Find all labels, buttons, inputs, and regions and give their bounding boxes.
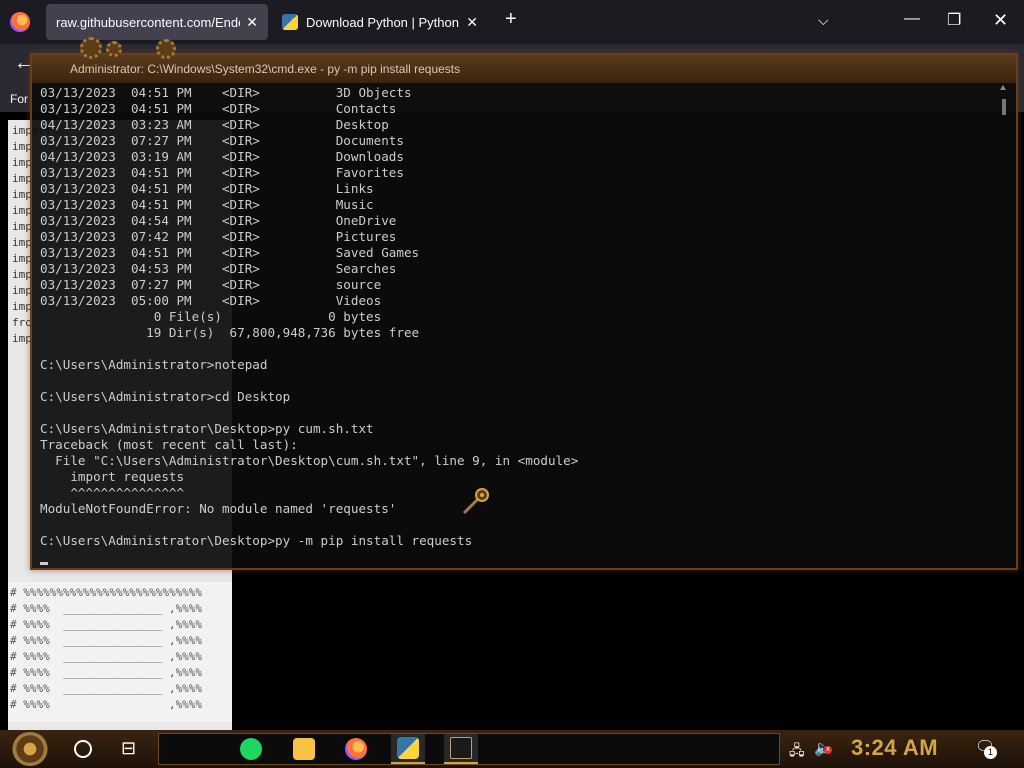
- console-line: C:\Users\Administrator>notepad: [40, 357, 268, 372]
- console-line: 03/13/2023 05:00 PM <DIR> Videos: [40, 293, 382, 308]
- console-line: 03/13/2023 04:53 PM <DIR> Searches: [40, 261, 397, 276]
- close-tab-icon[interactable]: ✕: [246, 14, 258, 31]
- console-line: 03/13/2023 04:51 PM <DIR> Contacts: [40, 101, 397, 116]
- scroll-up-arrow-icon[interactable]: [1000, 85, 1006, 90]
- console-cursor-line: [40, 549, 1000, 565]
- task-view-icon[interactable]: ⊟: [121, 738, 136, 759]
- firefox-taskbar-button[interactable]: [339, 734, 373, 764]
- list-all-tabs-button[interactable]: ⌵: [818, 12, 829, 29]
- console-line: 03/13/2023 04:51 PM <DIR> Saved Games: [40, 245, 420, 260]
- python-installer-taskbar-button[interactable]: [391, 734, 425, 764]
- console-line: 03/13/2023 07:27 PM <DIR> source: [40, 277, 382, 292]
- new-tab-button[interactable]: +: [505, 8, 517, 31]
- ascii-line: # %%%% _______________ ,%%%%: [10, 666, 203, 679]
- cmd-icon: [450, 737, 472, 759]
- console-line: File "C:\Users\Administrator\Desktop\cum…: [40, 453, 579, 468]
- console-line: import requests: [40, 469, 185, 484]
- firefox-icon: [345, 738, 367, 760]
- console-output[interactable]: 03/13/2023 04:51 PM <DIR> 3D Objects 03/1…: [40, 85, 1000, 565]
- restore-window-button[interactable]: ❐: [947, 10, 961, 30]
- ascii-art-block: # %%%%%%%%%%%%%%%%%%%%%%%%%%% # %%%% ____…: [8, 582, 232, 722]
- ascii-line: # %%%%%%%%%%%%%%%%%%%%%%%%%%%: [10, 586, 203, 599]
- cmd-taskbar-button[interactable]: [444, 734, 478, 764]
- scrollbar-thumb[interactable]: [1002, 99, 1006, 115]
- console-line: 03/13/2023 04:51 PM <DIR> Music: [40, 197, 374, 212]
- console-line: C:\Users\Administrator\Desktop>py -m pip…: [40, 533, 473, 548]
- python-favicon-icon: [282, 14, 298, 30]
- ascii-line: # %%%% _______________ ,%%%%: [10, 682, 203, 695]
- notification-count-badge: 1: [984, 746, 997, 759]
- tab-label: Download Python | Python.org: [306, 14, 460, 30]
- console-line: 03/13/2023 07:42 PM <DIR> Pictures: [40, 229, 397, 244]
- taskbar: ⊟ 🖧 🔈x 3:24 AM 🗨1: [0, 730, 1024, 768]
- ascii-line: # %%%% _______________ ,%%%%: [10, 650, 203, 663]
- console-line: 0 File(s) 0 bytes: [40, 309, 382, 324]
- close-tab-icon[interactable]: ✕: [466, 14, 478, 31]
- console-line: C:\Users\Administrator>cd Desktop: [40, 389, 291, 404]
- console-scrollbar[interactable]: [1000, 85, 1006, 565]
- console-line: 04/13/2023 03:19 AM <DIR> Downloads: [40, 149, 404, 164]
- ascii-line: # %%%% ,%%%%: [10, 698, 203, 711]
- python-installer-icon: [397, 737, 419, 759]
- ascii-line: # %%%% _______________ ,%%%%: [10, 602, 203, 615]
- tab-raw-githubusercontent[interactable]: raw.githubusercontent.com/Ender ✕: [46, 4, 268, 40]
- console-line: ModuleNotFoundError: No module named 're…: [40, 501, 397, 516]
- console-line: 04/13/2023 03:23 AM <DIR> Desktop: [40, 117, 389, 132]
- spotify-icon: [240, 738, 262, 760]
- console-line: 03/13/2023 04:54 PM <DIR> OneDrive: [40, 213, 397, 228]
- text-cursor: [40, 562, 48, 565]
- console-line: C:\Users\Administrator\Desktop>py cum.sh…: [40, 421, 374, 436]
- console-line: 03/13/2023 07:27 PM <DIR> Documents: [40, 133, 404, 148]
- console-line: 19 Dir(s) 67,800,948,736 bytes free: [40, 325, 420, 340]
- action-center-icon[interactable]: 🗨1: [975, 737, 997, 759]
- cmd-window-title: Administrator: C:\Windows\System32\cmd.e…: [70, 62, 461, 76]
- tab-label: raw.githubusercontent.com/Ender: [56, 14, 241, 30]
- close-window-button[interactable]: ✕: [993, 10, 1008, 31]
- minimize-window-button[interactable]: —: [904, 10, 920, 28]
- console-line: Traceback (most recent call last):: [40, 437, 298, 452]
- tab-download-python[interactable]: Download Python | Python.org ✕: [272, 4, 488, 40]
- console-line: 03/13/2023 04:51 PM <DIR> Favorites: [40, 165, 404, 180]
- cmd-window[interactable]: Administrator: C:\Windows\System32\cmd.e…: [30, 37, 1018, 570]
- console-line: ^^^^^^^^^^^^^^^: [40, 485, 185, 500]
- volume-muted-icon[interactable]: 🔈x: [814, 739, 833, 757]
- bookmarks-toolbar-label: For: [10, 92, 28, 106]
- cortana-search-button[interactable]: [74, 740, 92, 758]
- start-button[interactable]: [12, 732, 48, 766]
- firefox-logo-icon[interactable]: [10, 12, 30, 32]
- console-line: 03/13/2023 04:51 PM <DIR> 3D Objects: [40, 85, 412, 100]
- mouse-pointer-icon: [462, 488, 489, 515]
- steampunk-gears-decoration: [58, 37, 188, 63]
- ascii-line: # %%%% _______________ ,%%%%: [10, 634, 203, 647]
- network-icon[interactable]: 🖧: [789, 740, 805, 764]
- taskbar-clock[interactable]: 3:24 AM: [851, 735, 938, 761]
- console-line: 03/13/2023 04:51 PM <DIR> Links: [40, 181, 374, 196]
- spotify-taskbar-button[interactable]: [234, 734, 268, 764]
- folder-icon: [293, 738, 315, 760]
- file-explorer-taskbar-button[interactable]: [287, 734, 321, 764]
- ascii-line: # %%%% _______________ ,%%%%: [10, 618, 203, 631]
